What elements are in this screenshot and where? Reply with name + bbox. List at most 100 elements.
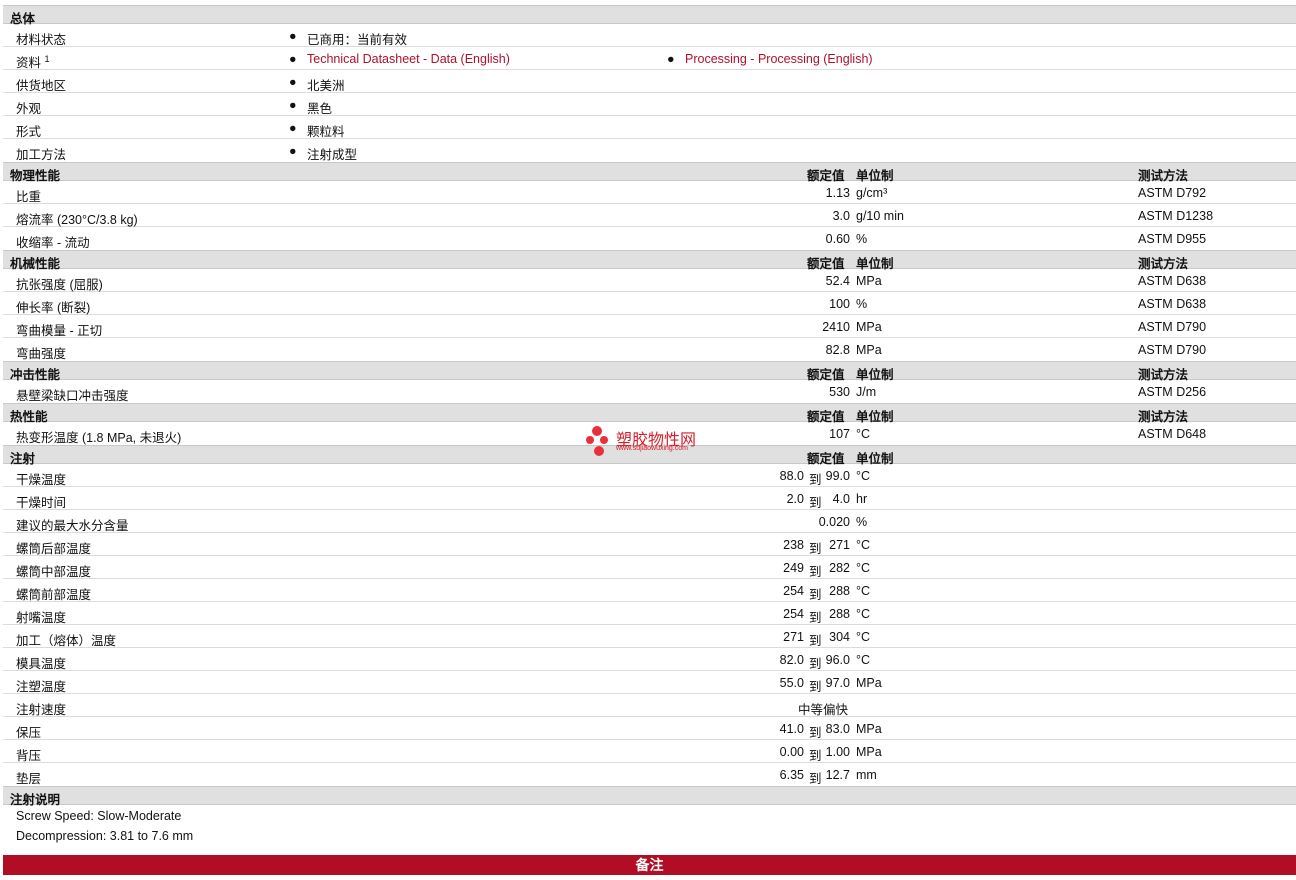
table-row: 比重 1.13 g/cm³ ASTM D792 — [3, 181, 1296, 204]
row-unit: MPa — [856, 320, 882, 334]
range-max: 96.0 — [825, 653, 850, 667]
table-row: 加工（熔体）温度 271 到 304 °C — [3, 625, 1296, 648]
range-max: 1.00 — [825, 745, 850, 759]
note-line: Decompression: 3.81 to 7.6 mm — [16, 829, 194, 843]
table-row: 加工方法 ● 注射成型 — [3, 139, 1296, 162]
bullet-icon: ● — [667, 52, 675, 66]
row-value: 100 — [829, 297, 850, 311]
bullet-icon: ● — [289, 121, 297, 135]
remarks-header: 备注 — [3, 855, 1296, 875]
table-row: 螺筒后部温度 238 到 271 °C — [3, 533, 1296, 556]
bullet-icon: ● — [289, 98, 297, 112]
row-unit: °C — [856, 584, 871, 598]
row-unit: MPa — [856, 745, 882, 759]
row-unit: g/10 min — [856, 209, 904, 223]
row-value: 黑色 — [307, 102, 333, 116]
table-row: 干燥时间 2.0 到 4.0 hr — [3, 487, 1296, 510]
range-max: 288 — [829, 607, 850, 621]
row-label: 资料 1 — [16, 52, 50, 71]
table-row: 形式 ● 颗粒料 — [3, 116, 1296, 139]
row-value: 0.020 — [818, 515, 850, 529]
section-header-general: 总体 — [3, 5, 1296, 26]
row-unit: hr — [856, 492, 868, 506]
table-row: 射嘴温度 254 到 288 °C — [3, 602, 1296, 625]
row-unit: °C — [856, 538, 871, 552]
row-unit: °C — [856, 630, 871, 644]
range-max: 304 — [829, 630, 850, 644]
table-row: 供货地区 ● 北美洲 — [3, 70, 1296, 93]
label-text: 资料 — [16, 56, 42, 70]
logo-dot — [592, 426, 602, 436]
row-test-method: ASTM D638 — [1138, 297, 1207, 311]
row-value: 82.8 — [825, 343, 850, 357]
injection-rows: 干燥温度 88.0 到 99.0 °C 干燥时间 2.0 到 4.0 hr 建议的最大水分含量 0.0… — [3, 464, 1296, 786]
row-unit: % — [856, 515, 868, 529]
row-unit: J/m — [856, 385, 877, 399]
section-header-injection-notes: 注射说明 — [3, 786, 1296, 807]
row-label: 形式 — [16, 125, 42, 139]
row-label: 外观 — [16, 102, 42, 116]
row-label: 注射速度 — [16, 703, 67, 717]
bullet-icon: ● — [289, 144, 297, 158]
row-test-method: ASTM D256 — [1138, 385, 1207, 399]
row-unit: °C — [856, 607, 871, 621]
row-value: 注射成型 — [307, 148, 358, 162]
table-row: 垫层 6.35 到 12.7 mm — [3, 763, 1296, 786]
table-row: 弯曲模量 - 正切 2410 MPa ASTM D790 — [3, 315, 1296, 338]
row-test-method: ASTM D790 — [1138, 343, 1207, 357]
row-value: 颗粒料 — [307, 125, 345, 139]
logo-dot — [586, 436, 594, 444]
range-max: 99.0 — [825, 469, 850, 483]
row-unit: MPa — [856, 676, 882, 690]
range-max: 12.7 — [825, 768, 850, 782]
row-value: 北美洲 — [307, 79, 345, 93]
row-value: 2410 — [822, 320, 850, 334]
row-test-method: ASTM D1238 — [1138, 209, 1214, 223]
range-max: 271 — [829, 538, 850, 552]
processing-link[interactable]: Processing - Processing (English) — [685, 52, 873, 66]
row-test-method: ASTM D955 — [1138, 232, 1207, 246]
table-row: 外观 ● 黑色 — [3, 93, 1296, 116]
row-unit: MPa — [856, 343, 882, 357]
watermark-url: www.sujiaowuxing.com — [616, 445, 688, 452]
logo-dot — [594, 446, 604, 456]
row-label: 供货地区 — [16, 79, 67, 93]
table-row: 材料状态 ● 已商用：当前有效 — [3, 24, 1296, 47]
table-row: 干燥温度 88.0 到 99.0 °C — [3, 464, 1296, 487]
injection-notes: Screw Speed: Slow-Moderate Decompression… — [3, 805, 1296, 846]
table-row: 注射速度 中等偏快 — [3, 694, 1296, 717]
table-row: 悬壁梁缺口冲击强度 530 J/m ASTM D256 — [3, 380, 1296, 403]
section-header-thermal: 热性能 额定值 单位制 测试方法 — [3, 403, 1296, 424]
row-unit: °C — [856, 427, 871, 441]
range-max: 83.0 — [825, 722, 850, 736]
table-row: 螺筒中部温度 249 到 282 °C — [3, 556, 1296, 579]
table-row: 模具温度 82.0 到 96.0 °C — [3, 648, 1296, 671]
table-row: 伸长率 (断裂) 100 % ASTM D638 — [3, 292, 1296, 315]
bullet-icon: ● — [289, 75, 297, 89]
bullet-icon: ● — [289, 29, 297, 43]
row-value: 0.60 — [825, 232, 850, 246]
row-unit: g/cm³ — [856, 186, 888, 200]
table-row: 资料 1 ● Technical Datasheet - Data (Engli… — [3, 47, 1296, 70]
row-test-method: ASTM D792 — [1138, 186, 1207, 200]
row-unit: °C — [856, 561, 871, 575]
range-max: 4.0 — [832, 492, 850, 506]
table-row: 保压 41.0 到 83.0 MPa — [3, 717, 1296, 740]
row-test-method: ASTM D638 — [1138, 274, 1207, 288]
range-max: 97.0 — [825, 676, 850, 690]
technical-datasheet-link[interactable]: Technical Datasheet - Data (English) — [307, 52, 510, 66]
row-unit: % — [856, 232, 868, 246]
section-header-impact: 冲击性能 额定值 单位制 测试方法 — [3, 361, 1296, 382]
row-value: 中等偏快 — [798, 703, 849, 717]
row-value: 3.0 — [832, 209, 850, 223]
row-unit: % — [856, 297, 868, 311]
row-value: 已商用：当前有效 — [307, 33, 408, 47]
table-row: 背压 0.00 到 1.00 MPa — [3, 740, 1296, 763]
range-max: 282 — [829, 561, 850, 575]
range-max: 288 — [829, 584, 850, 598]
footnote-marker: 1 — [44, 53, 50, 64]
table-row: 建议的最大水分含量 0.020% — [3, 510, 1296, 533]
bullet-icon: ● — [289, 52, 297, 66]
section-header-mechanical: 机械性能 额定值 单位制 测试方法 — [3, 250, 1296, 271]
row-label: 材料状态 — [16, 33, 67, 47]
